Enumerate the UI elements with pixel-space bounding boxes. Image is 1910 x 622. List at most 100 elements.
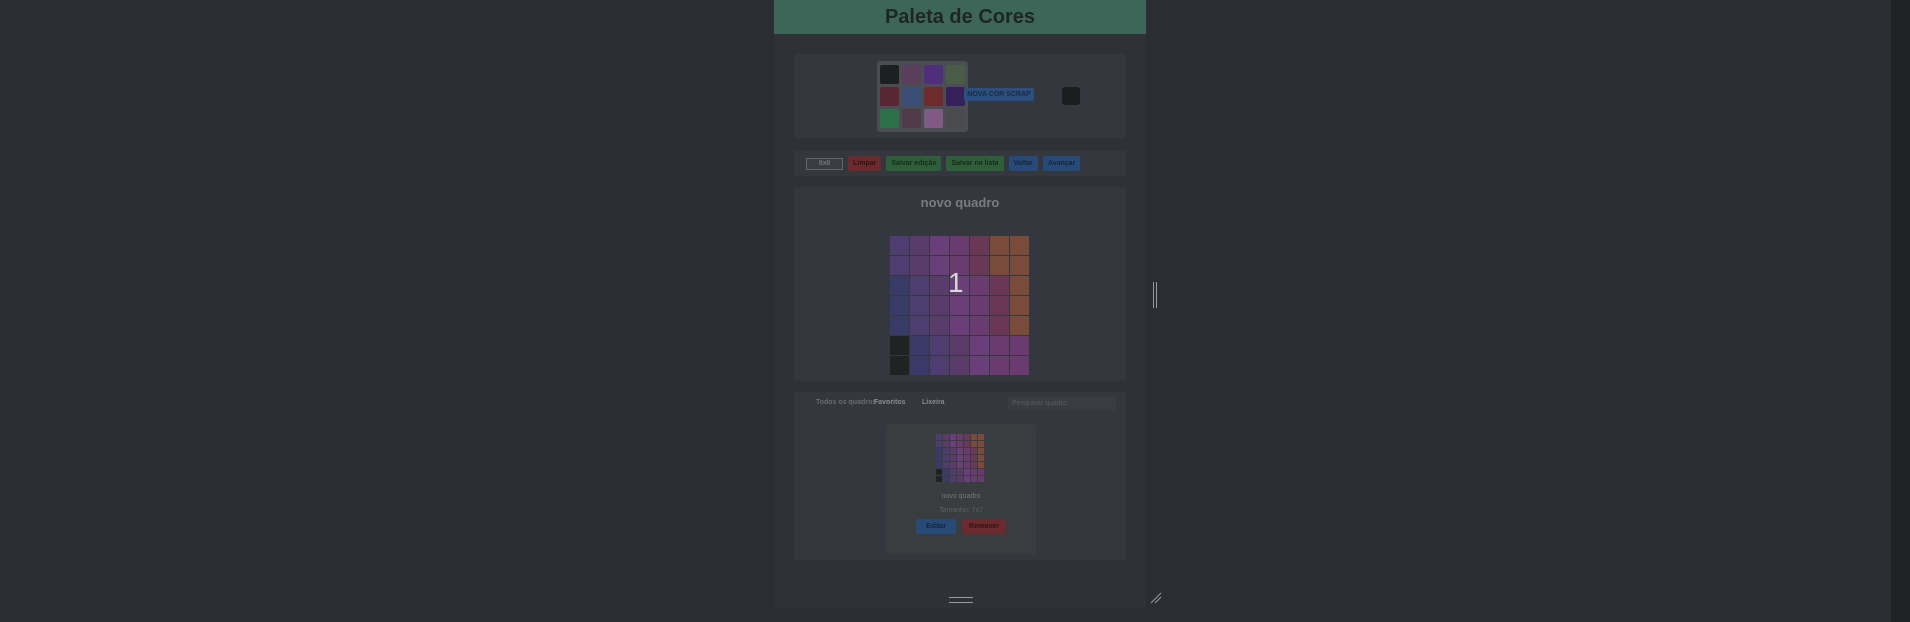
board-cell[interactable]	[990, 316, 1009, 335]
palette-swatch[interactable]	[924, 87, 943, 106]
board-cell[interactable]	[1010, 316, 1029, 335]
board-cell[interactable]	[890, 296, 909, 315]
thumbnail-cell	[957, 462, 963, 468]
thumbnail-cell	[971, 469, 977, 475]
board-cell[interactable]	[930, 356, 949, 375]
palette-swatch[interactable]	[946, 65, 965, 84]
board-cell[interactable]	[990, 236, 1009, 255]
thumbnail-cell	[950, 441, 956, 447]
palette-swatch[interactable]	[924, 109, 943, 128]
thumbnail-cell	[936, 441, 942, 447]
board-cell[interactable]	[890, 276, 909, 295]
board-cell[interactable]	[990, 276, 1009, 295]
swatch-grid	[877, 61, 968, 132]
edit-board-button[interactable]: Editar	[916, 519, 956, 534]
tab-all-boards[interactable]: Todos os quadros	[816, 399, 876, 406]
board-cell[interactable]	[970, 256, 989, 275]
card-name: novo quadro	[941, 493, 981, 500]
board-cell[interactable]	[910, 296, 929, 315]
palette-swatch[interactable]	[902, 65, 921, 84]
current-color-picker[interactable]	[1062, 87, 1080, 105]
thumbnail-cell	[943, 469, 949, 475]
board-cell[interactable]	[990, 356, 1009, 375]
board-cell[interactable]	[950, 316, 969, 335]
board-cell[interactable]	[910, 256, 929, 275]
thumbnail-cell	[964, 462, 970, 468]
thumbnail-cell	[957, 455, 963, 461]
library-tabs: Todos os quadros Favoritos Lixeira Pesqu…	[794, 392, 1126, 414]
board-cell[interactable]	[990, 336, 1009, 355]
board-size-input[interactable]: 8x8	[806, 157, 843, 170]
toolbar-button-2[interactable]: Salvar na lista	[946, 156, 1004, 171]
board-cell[interactable]	[970, 236, 989, 255]
palette-swatch[interactable]	[946, 109, 965, 128]
board-cell[interactable]	[930, 276, 949, 295]
board-cell[interactable]	[890, 316, 909, 335]
board-cell[interactable]	[1010, 236, 1029, 255]
thumbnail-cell	[957, 469, 963, 475]
remove-board-button[interactable]: Remover	[962, 519, 1006, 534]
board-cell[interactable]	[1010, 336, 1029, 355]
palette-swatch[interactable]	[902, 87, 921, 106]
board-cell[interactable]	[930, 236, 949, 255]
palette-swatch[interactable]	[880, 87, 899, 106]
thumbnail-cell	[971, 455, 977, 461]
palette-swatch[interactable]	[880, 109, 899, 128]
board-cell[interactable]	[930, 316, 949, 335]
board-cell[interactable]	[910, 316, 929, 335]
board-cell[interactable]	[990, 296, 1009, 315]
toolbar-button-4[interactable]: Avançar	[1042, 156, 1081, 171]
board-cell[interactable]	[950, 356, 969, 375]
board-cell[interactable]	[930, 256, 949, 275]
board-cell[interactable]	[970, 316, 989, 335]
new-color-button[interactable]: NOVA COR SCRAP	[964, 88, 1034, 101]
search-input[interactable]: Pesquisar quadro	[1008, 397, 1116, 410]
resize-corner-icon[interactable]	[1150, 592, 1162, 604]
board-cell[interactable]	[890, 256, 909, 275]
thumbnail-cell	[943, 448, 949, 454]
board-cell[interactable]	[970, 336, 989, 355]
palette-panel: NOVA COR SCRAP	[794, 54, 1126, 138]
board-cell[interactable]	[1010, 356, 1029, 375]
board-cell[interactable]	[890, 356, 909, 375]
board-cell[interactable]	[970, 356, 989, 375]
board-cell[interactable]	[910, 336, 929, 355]
board-cell[interactable]	[910, 276, 929, 295]
thumbnail-cell	[978, 448, 984, 454]
palette-swatch[interactable]	[902, 109, 921, 128]
board-card[interactable]: novo quadro Tamanho: 7x7 Editar Remover	[886, 424, 1036, 554]
palette-swatch[interactable]	[924, 65, 943, 84]
board-cell[interactable]	[890, 236, 909, 255]
tab-trash[interactable]: Lixeira	[922, 399, 945, 406]
board-cell[interactable]	[970, 296, 989, 315]
app-window: Paleta de Cores NOVA COR SCRAP 8x8 Limpa…	[774, 0, 1146, 608]
bottom-resize-handle[interactable]	[949, 597, 973, 603]
palette-swatch[interactable]	[946, 87, 965, 106]
board-cell[interactable]	[930, 336, 949, 355]
side-resize-handle[interactable]	[1153, 282, 1157, 308]
thumbnail-cell	[971, 462, 977, 468]
board-cell[interactable]	[910, 236, 929, 255]
board-cell[interactable]	[950, 336, 969, 355]
toolbar: 8x8 Limpar Salvar edição Salvar na lista Vo…	[794, 151, 1126, 176]
toolbar-button-0[interactable]: Limpar	[848, 156, 882, 171]
board-cell[interactable]	[970, 276, 989, 295]
thumbnail-cell	[964, 434, 970, 440]
thumbnail-cell	[943, 441, 949, 447]
palette-swatch[interactable]	[880, 65, 899, 84]
tab-favorites[interactable]: Favoritos	[874, 399, 906, 406]
thumbnail-cell	[943, 476, 949, 482]
toolbar-button-1[interactable]: Salvar edição	[886, 156, 942, 171]
board-cell[interactable]	[930, 296, 949, 315]
thumbnail-cell	[950, 448, 956, 454]
pixel-board[interactable]	[890, 236, 1030, 376]
board-cell[interactable]	[990, 256, 1009, 275]
board-cell[interactable]	[1010, 276, 1029, 295]
thumbnail-cell	[936, 434, 942, 440]
board-cell[interactable]	[890, 336, 909, 355]
board-cell[interactable]	[1010, 296, 1029, 315]
board-cell[interactable]	[910, 356, 929, 375]
board-cell[interactable]	[950, 236, 969, 255]
toolbar-button-3[interactable]: Voltar	[1008, 156, 1038, 171]
board-cell[interactable]	[1010, 256, 1029, 275]
